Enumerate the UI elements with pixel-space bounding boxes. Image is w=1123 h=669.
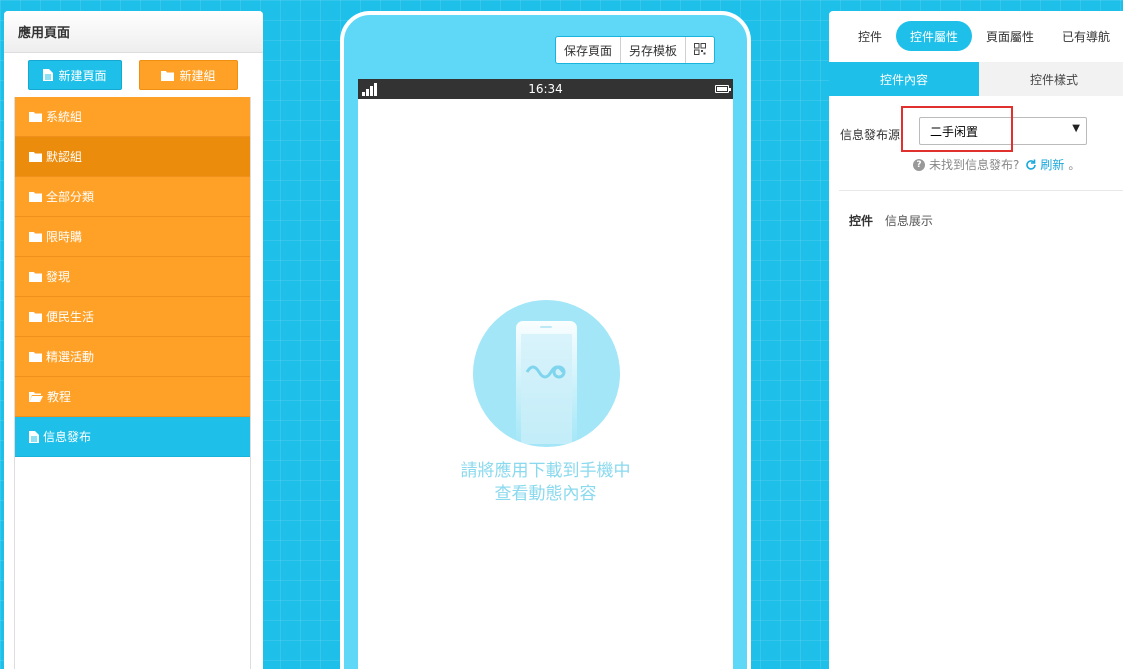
app-pages-title: 應用頁面: [4, 11, 263, 53]
save-page-button[interactable]: 保存頁面: [556, 37, 622, 63]
highlight-annotation: [901, 106, 1013, 152]
group-item-label: 便民生活: [46, 310, 95, 324]
signal-icon: [362, 83, 377, 96]
save-as-template-button[interactable]: 另存模板: [621, 37, 687, 63]
group-item-label: 發現: [46, 270, 71, 284]
folder-icon: [29, 311, 42, 322]
page-group-list: 系統組 默認組 全部分類 限時購 發現 便民生活 精選活動 教程 信息發布: [14, 97, 251, 669]
refresh-label: 刷新: [1040, 158, 1065, 172]
info-source-help: ? 未找到信息發布? 刷新 。: [913, 156, 1080, 173]
group-item-default[interactable]: 默認組: [15, 137, 250, 177]
control-info: 控件 信息展示: [849, 212, 933, 229]
refresh-link[interactable]: 刷新: [1025, 156, 1064, 173]
help-text: 未找到信息發布?: [929, 158, 1020, 172]
battery-icon: [715, 85, 731, 93]
folder-icon: [161, 70, 175, 81]
control-sub-tabs: 控件內容 控件樣式: [829, 62, 1123, 96]
refresh-icon: [1025, 159, 1037, 171]
placeholder-line-1: 請將應用下載到手機中: [460, 461, 631, 481]
qr-code-icon: [694, 42, 707, 58]
tab-existing-navigation[interactable]: 已有導航: [1062, 21, 1110, 51]
placeholder-line-2: 查看動態內容: [494, 484, 597, 504]
properties-tabs: 控件 控件屬性 頁面屬性 已有導航: [829, 11, 1123, 62]
phone-status-bar: 16:34: [358, 79, 733, 99]
folder-icon: [29, 151, 42, 162]
subtab-control-style[interactable]: 控件樣式: [979, 62, 1123, 96]
qr-code-button[interactable]: [686, 37, 714, 63]
folder-icon: [29, 191, 42, 202]
group-item-discover[interactable]: 發現: [15, 257, 250, 297]
phone-preview: 保存頁面 另存模板 16:34 請將應用下載到手機中 查看動態內容: [340, 11, 751, 669]
subtab-control-content[interactable]: 控件內容: [829, 62, 979, 96]
refresh-suffix: 。: [1068, 158, 1081, 172]
control-info-value: 信息展示: [884, 214, 933, 228]
tab-page-properties[interactable]: 頁面屬性: [986, 21, 1034, 51]
control-info-key: 控件: [849, 214, 874, 228]
page-icon: [29, 430, 39, 443]
group-item-label: 教程: [47, 390, 72, 404]
folder-icon: [29, 231, 42, 242]
new-page-label: 新建頁面: [58, 68, 107, 83]
properties-panel: 控件 控件屬性 頁面屬性 已有導航 控件內容 控件樣式 信息發布源 二手闲置 ▼…: [829, 11, 1123, 669]
folder-icon: [29, 351, 42, 362]
folder-icon: [29, 271, 42, 282]
new-group-label: 新建組: [179, 68, 216, 83]
group-item-label: 限時購: [46, 230, 83, 244]
group-item-convenience[interactable]: 便民生活: [15, 297, 250, 337]
new-group-button[interactable]: 新建組: [139, 60, 238, 90]
left-button-row: 新建頁面 新建組: [4, 53, 263, 97]
info-source-row: 信息發布源 二手闲置 ▼ ? 未找到信息發布? 刷新 。: [839, 96, 1123, 191]
group-item-label: 默認組: [46, 150, 83, 164]
tab-control-properties[interactable]: 控件屬性: [896, 21, 973, 51]
folder-icon: [29, 111, 42, 122]
group-item-system[interactable]: 系統組: [15, 97, 250, 137]
status-time: 16:34: [528, 82, 563, 96]
group-item-label: 精選活動: [46, 350, 95, 364]
app-pages-panel: 應用頁面 新建頁面 新建組 系統組 默認組 全部分類 限時購 發現 便民生活 精…: [4, 11, 263, 669]
new-page-button[interactable]: 新建頁面: [28, 60, 122, 90]
page-icon: [43, 69, 54, 81]
tab-controls[interactable]: 控件: [858, 21, 882, 51]
group-item-tutorial[interactable]: 教程: [15, 377, 250, 417]
download-app-illustration: [473, 300, 620, 447]
preview-toolbar: 保存頁面 另存模板: [555, 36, 716, 64]
group-item-all-categories[interactable]: 全部分類: [15, 177, 250, 217]
phone-screen: 16:34 請將應用下載到手機中 查看動態內容: [358, 79, 733, 669]
page-item-label: 信息發布: [43, 430, 92, 444]
phone-illustration-icon: [516, 321, 577, 447]
folder-open-icon: [29, 391, 43, 402]
group-item-featured-events[interactable]: 精選活動: [15, 337, 250, 377]
group-item-label: 系統組: [46, 110, 83, 124]
group-item-label: 全部分類: [46, 190, 95, 204]
info-source-label: 信息發布源: [840, 128, 901, 142]
dropdown-arrow-icon: ▼: [1072, 123, 1080, 134]
page-item-info-publish[interactable]: 信息發布: [15, 417, 250, 457]
question-icon: ?: [913, 158, 925, 171]
group-item-flash-sale[interactable]: 限時購: [15, 217, 250, 257]
download-app-message: 請將應用下載到手機中 查看動態內容: [358, 460, 733, 506]
